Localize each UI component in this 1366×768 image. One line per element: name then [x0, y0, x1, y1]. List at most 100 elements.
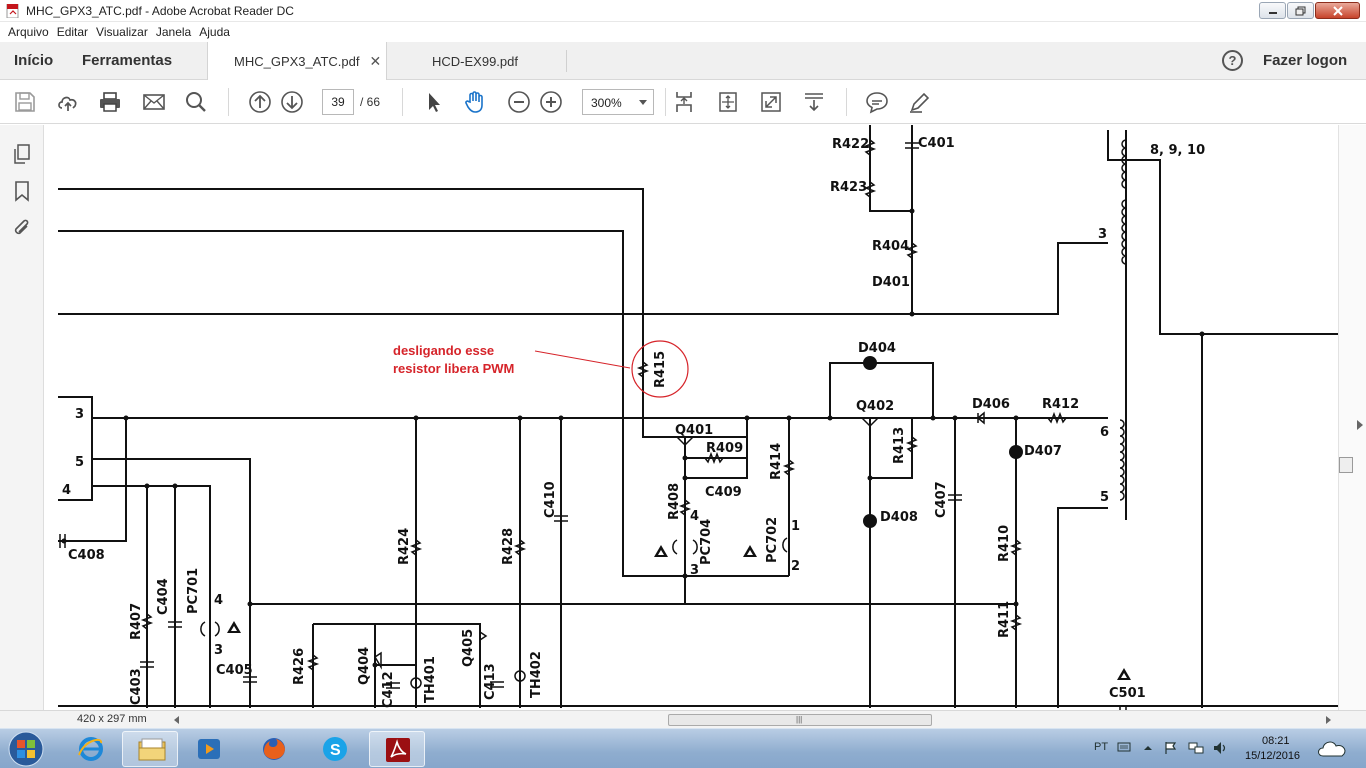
document-view[interactable]: R422 C401 R423 R404 D401 8, 9, 10 3 R415… — [45, 125, 1338, 710]
label-C410: C410 — [543, 481, 558, 518]
doc-tab-label: MHC_GPX3_ATC.pdf — [234, 54, 360, 69]
email-button[interactable] — [142, 90, 166, 114]
label-PC702: PC702 — [765, 517, 780, 563]
page-number-input[interactable]: 39 — [322, 89, 354, 115]
scroll-right-arrow[interactable] — [1326, 716, 1331, 724]
tab-home[interactable]: Início — [14, 52, 53, 69]
label-pin: 3 — [75, 407, 84, 422]
chevron-down-icon — [639, 100, 647, 105]
label-C404: C404 — [156, 578, 171, 615]
pointer-arrow-icon — [429, 93, 440, 112]
tab-tools[interactable]: Ferramentas — [82, 52, 172, 69]
label-C409: C409 — [705, 485, 742, 500]
vertical-scroll-thumb[interactable] — [1339, 457, 1353, 473]
label-C401: C401 — [918, 136, 955, 151]
label-R412: R412 — [1042, 397, 1079, 412]
full-screen-button[interactable] — [759, 90, 783, 114]
taskbar-media-player[interactable] — [181, 731, 237, 767]
upload-cloud-button[interactable] — [56, 90, 80, 114]
label-pin: 4 — [62, 483, 71, 498]
save-button[interactable] — [13, 90, 37, 114]
network-icon[interactable] — [1188, 741, 1204, 755]
action-center-flag-icon[interactable] — [1164, 741, 1178, 755]
menu-arquivo[interactable]: Arquivo — [4, 25, 53, 39]
label-pin: 6 — [1100, 425, 1109, 440]
taskbar-skype[interactable]: S — [307, 731, 363, 767]
page-size-readout: 420 x 297 mm — [77, 713, 147, 725]
windows-start-icon[interactable] — [6, 730, 46, 768]
doc-tab-active[interactable]: MHC_GPX3_ATC.pdf ✕ — [207, 42, 387, 81]
keyboard-icon[interactable] — [1117, 741, 1131, 753]
taskbar-firefox[interactable] — [246, 731, 302, 767]
help-icon[interactable]: ? — [1222, 50, 1243, 71]
hand-icon — [465, 91, 483, 113]
menu-bar: Arquivo Editar Visualizar Janela Ajuda — [0, 22, 1366, 42]
zoom-value: 300% — [591, 96, 622, 110]
previous-page-button[interactable] — [248, 90, 272, 114]
circuit-schematic: R422 C401 R423 R404 D401 8, 9, 10 3 R415… — [58, 125, 1338, 710]
restore-button[interactable] — [1287, 2, 1314, 19]
menu-visualizar[interactable]: Visualizar — [92, 25, 152, 39]
horizontal-scroll-thumb[interactable]: ||| — [668, 714, 932, 726]
label-TH402: TH402 — [529, 651, 544, 698]
taskbar-file-explorer[interactable] — [122, 731, 178, 767]
label-pin-3: 3 — [1098, 227, 1107, 242]
clock-date[interactable]: 15/12/2016 — [1245, 750, 1300, 762]
menu-ajuda[interactable]: Ajuda — [195, 25, 234, 39]
scroll-left-arrow[interactable] — [174, 716, 179, 724]
scroll-mode-button[interactable] — [672, 90, 696, 114]
bookmark-icon[interactable] — [11, 180, 33, 202]
clock-time[interactable]: 08:21 — [1262, 735, 1290, 747]
close-tab-icon[interactable]: ✕ — [369, 53, 381, 70]
comment-button[interactable] — [865, 90, 889, 114]
select-tool-button[interactable] — [422, 90, 446, 114]
label-pin: 1 — [791, 519, 800, 534]
menu-janela[interactable]: Janela — [152, 25, 195, 39]
label-D407: D407 — [1024, 444, 1062, 459]
acrobat-pdf-icon — [6, 3, 19, 18]
label-R415: R415 — [653, 351, 668, 388]
label-D406: D406 — [972, 397, 1010, 412]
label-TH401: TH401 — [423, 656, 438, 703]
plus-circle-icon — [540, 91, 562, 113]
next-page-button[interactable] — [280, 90, 304, 114]
label-pin: 3 — [214, 643, 223, 658]
minimize-button[interactable] — [1259, 2, 1286, 19]
volume-icon[interactable] — [1212, 741, 1228, 755]
pen-icon — [910, 92, 930, 113]
attachment-icon[interactable] — [11, 217, 33, 239]
search-button[interactable] — [184, 90, 208, 114]
label-R422: R422 — [832, 137, 869, 152]
firefox-icon — [263, 738, 285, 760]
zoom-select[interactable]: 300% — [582, 89, 654, 115]
status-bar: 420 x 297 mm ||| — [0, 710, 1366, 728]
highlight-button[interactable] — [908, 90, 932, 114]
label-R408: R408 — [667, 483, 682, 520]
label-D401: D401 — [872, 275, 910, 290]
zoom-in-button[interactable] — [539, 90, 563, 114]
close-window-button[interactable] — [1315, 2, 1360, 19]
zoom-out-button[interactable] — [507, 90, 531, 114]
label-R423: R423 — [830, 180, 867, 195]
restore-icon — [1295, 6, 1306, 15]
label-Q405: Q405 — [461, 629, 476, 667]
taskbar-internet-explorer[interactable] — [63, 731, 119, 767]
menu-editar[interactable]: Editar — [53, 25, 92, 39]
hand-tool-button[interactable] — [463, 90, 487, 114]
show-hidden-icons-icon[interactable] — [1143, 745, 1153, 751]
print-button[interactable] — [98, 90, 122, 114]
label-Q402: Q402 — [856, 399, 894, 414]
fit-page-button[interactable] — [716, 90, 740, 114]
onedrive-cloud-icon[interactable] — [1316, 738, 1348, 758]
label-pin: 4 — [690, 509, 699, 524]
login-button[interactable]: Fazer logon — [1263, 52, 1347, 69]
page-thumbnails-icon[interactable] — [11, 143, 33, 165]
doc-tab-inactive[interactable]: HCD-EX99.pdf — [388, 42, 566, 80]
label-pin: 5 — [75, 455, 84, 470]
language-indicator[interactable]: PT — [1094, 741, 1108, 753]
taskbar-acrobat-reader[interactable] — [369, 731, 425, 767]
read-mode-button[interactable] — [802, 90, 826, 114]
label-R409: R409 — [706, 441, 743, 456]
annotation-line-2: resistor libera PWM — [393, 361, 515, 376]
expand-right-pane-arrow[interactable] — [1357, 420, 1363, 430]
